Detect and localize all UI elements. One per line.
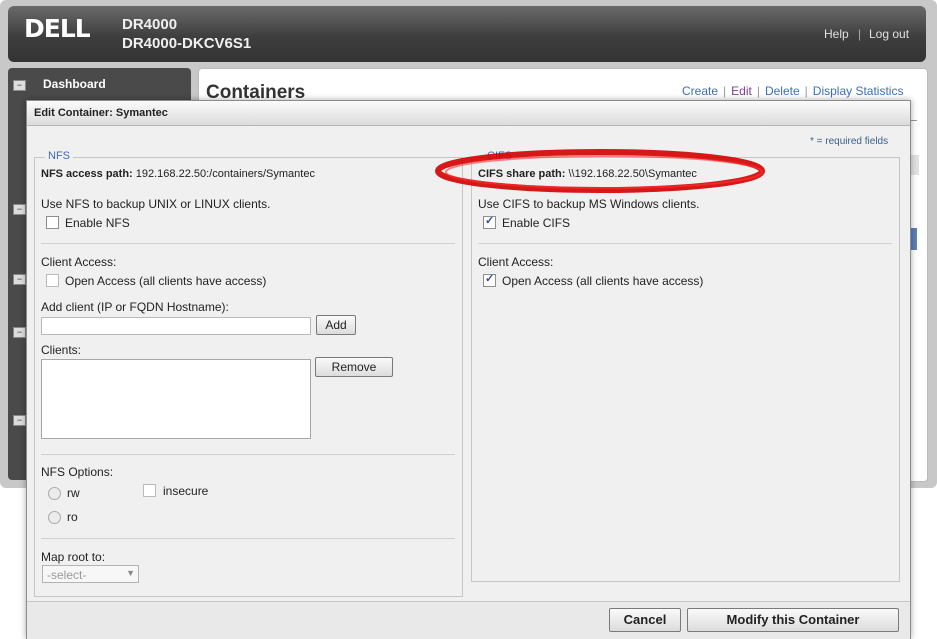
edit-link[interactable]: Edit <box>731 84 752 98</box>
display-statistics-link[interactable]: Display Statistics <box>813 84 904 98</box>
divider <box>41 243 455 244</box>
system-model: DR4000 <box>122 16 178 33</box>
ro-label: ro <box>67 510 78 524</box>
map-root-label: Map root to: <box>41 550 106 564</box>
add-client-button[interactable]: Add <box>316 315 356 335</box>
dialog-titlebar[interactable]: Edit Container: Symantec <box>27 101 910 126</box>
dialog-title: Edit Container: Symantec <box>34 107 168 119</box>
dialog-footer: Cancel Modify this Container <box>27 601 910 639</box>
remove-client-button[interactable]: Remove <box>315 357 393 377</box>
cifs-description: Use CIFS to backup MS Windows clients. <box>478 197 700 211</box>
collapse-icon[interactable]: − <box>13 327 26 338</box>
collapse-icon[interactable]: − <box>13 80 26 91</box>
nfs-client-access-label: Client Access: <box>41 255 117 269</box>
divider <box>41 454 455 455</box>
action-separator: | <box>723 84 727 98</box>
rw-radio[interactable] <box>48 487 61 500</box>
nfs-open-access-label: Open Access (all clients have access) <box>65 274 267 288</box>
nfs-access-path-label: NFS access path: <box>41 168 133 180</box>
clients-list[interactable] <box>41 359 311 439</box>
nfs-options-label: NFS Options: <box>41 465 114 479</box>
enable-nfs-checkbox[interactable] <box>46 216 59 229</box>
ro-radio[interactable] <box>48 511 61 524</box>
divider <box>478 243 892 244</box>
nfs-description: Use NFS to backup UNIX or LINUX clients. <box>41 197 271 211</box>
cifs-client-access-label: Client Access: <box>478 255 554 269</box>
nfs-section: NFS NFS access path: 192.168.22.50:/cont… <box>34 150 463 597</box>
create-link[interactable]: Create <box>682 84 718 98</box>
nfs-access-path: NFS access path: 192.168.22.50:/containe… <box>41 168 315 180</box>
insecure-label: insecure <box>163 484 209 498</box>
collapse-icon[interactable]: − <box>13 204 26 215</box>
collapse-icon[interactable]: − <box>13 415 26 426</box>
modify-container-button[interactable]: Modify this Container <box>687 608 899 632</box>
action-separator: | <box>804 84 808 98</box>
header-separator: | <box>858 27 862 41</box>
clients-label: Clients: <box>41 343 82 357</box>
action-links: Create | Edit | Delete | Display Statistics <box>682 84 903 98</box>
enable-cifs-checkbox[interactable] <box>483 214 496 229</box>
help-link[interactable]: Help <box>824 27 849 41</box>
nfs-open-access-checkbox[interactable] <box>46 274 59 287</box>
action-separator: | <box>756 84 760 98</box>
system-name: DR4000-DKCV6S1 <box>122 35 252 52</box>
cifs-section: CIFS CIFS share path: \\192.168.22.50\Sy… <box>471 150 900 582</box>
nfs-legend: NFS <box>45 150 73 162</box>
cancel-button[interactable]: Cancel <box>609 608 681 632</box>
dell-logo: DELL <box>24 14 91 43</box>
sidebar-item-dashboard[interactable]: Dashboard <box>43 77 106 91</box>
map-root-value: -select- <box>47 568 87 582</box>
collapse-icon[interactable]: − <box>13 274 26 285</box>
add-client-label: Add client (IP or FQDN Hostname): <box>41 300 229 314</box>
rw-label: rw <box>67 486 80 500</box>
delete-link[interactable]: Delete <box>765 84 800 98</box>
cifs-open-access-label: Open Access (all clients have access) <box>502 274 704 288</box>
logout-link[interactable]: Log out <box>869 27 909 41</box>
nfs-access-path-value: 192.168.22.50:/containers/Symantec <box>135 168 315 180</box>
header-bar <box>8 6 926 62</box>
enable-cifs-label: Enable CIFS <box>502 216 571 230</box>
required-fields-note: * = required fields <box>810 136 889 147</box>
map-root-select[interactable]: -select- ▼ <box>42 565 139 583</box>
chevron-down-icon: ▼ <box>126 568 135 578</box>
add-client-input[interactable] <box>41 317 311 335</box>
enable-nfs-label: Enable NFS <box>65 216 130 230</box>
cifs-open-access-checkbox[interactable] <box>483 272 496 287</box>
highlight-ellipse <box>435 149 765 193</box>
insecure-checkbox[interactable] <box>143 484 156 497</box>
divider <box>41 538 455 539</box>
